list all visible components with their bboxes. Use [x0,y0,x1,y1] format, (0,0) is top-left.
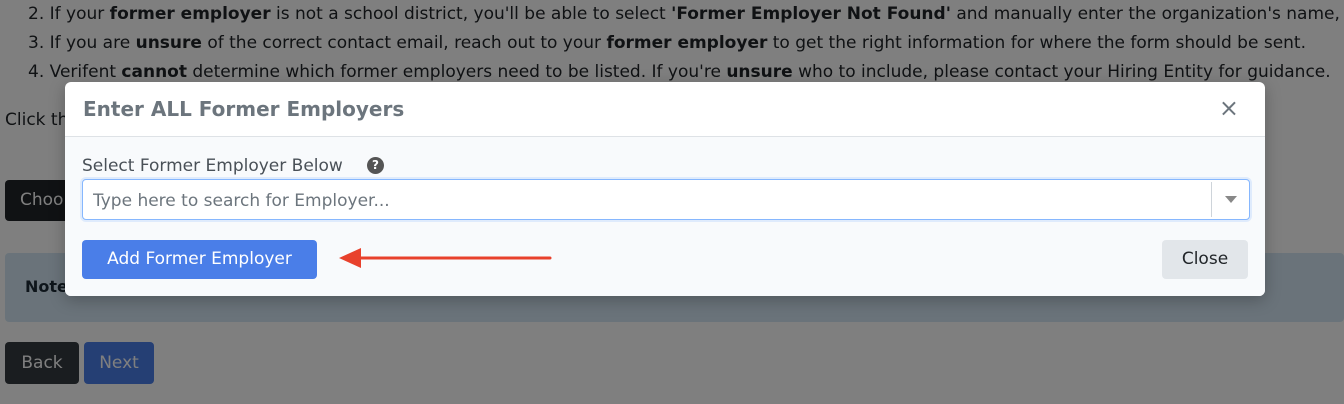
chevron-down-icon[interactable] [1225,196,1237,203]
modal-body: Select Former Employer Below ? Add Forme… [65,137,1265,296]
question-circle-icon[interactable]: ? [367,157,384,174]
field-label: Select Former Employer Below [82,156,343,176]
close-button[interactable]: Close [1162,240,1248,279]
modal-title: Enter ALL Former Employers [83,97,405,121]
annotation-arrow-icon [339,248,552,268]
modal-header: Enter ALL Former Employers × [65,82,1265,137]
employer-search-input[interactable] [91,180,1195,221]
former-employers-modal: Enter ALL Former Employers × Select Form… [65,82,1265,296]
select-divider [1211,182,1212,217]
close-icon[interactable]: × [1219,96,1239,120]
add-former-employer-button[interactable]: Add Former Employer [82,240,317,279]
employer-search-select[interactable] [82,179,1250,221]
